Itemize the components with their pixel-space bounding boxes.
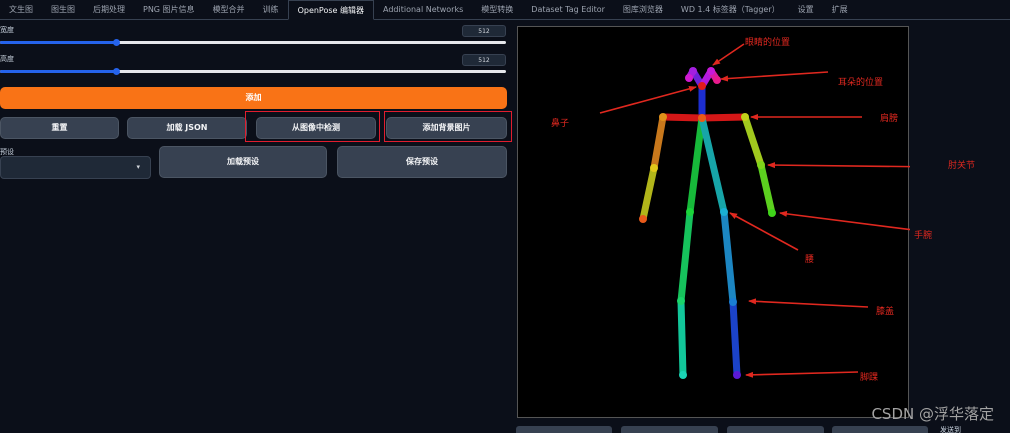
tab-png-info[interactable]: PNG 图片信息 [134,0,204,20]
width-number-input[interactable]: 512 [462,25,506,37]
joint-shoulder-right [659,113,667,121]
joint-nose [698,82,706,90]
joint-knee-right [677,297,685,305]
tab-img2img[interactable]: 图生图 [42,0,84,20]
add-button[interactable]: 添加 [0,87,507,109]
width-label: 宽度 [0,26,14,34]
arrow-elbow [767,162,944,169]
limb-upperarm-l [741,113,765,169]
tab-dataset-tag-editor[interactable]: Dataset Tag Editor [522,0,614,20]
height-slider-thumb[interactable] [112,68,120,75]
annotation-ankle: 脚踝 [860,373,879,383]
joint-elbow-left [757,161,765,169]
limb-forearm-l [757,161,776,217]
watermark: CSDN @浮华落定 [871,405,994,423]
joint-neck [698,114,706,122]
arrow-wrist [779,210,914,231]
width-slider-thumb[interactable] [112,39,120,46]
send-to-button-1[interactable] [516,426,612,433]
arrow-nose [599,85,697,114]
limb-neck-shoulder-l [698,113,749,122]
joint-wrist-right [639,215,647,223]
load-json-button[interactable]: 加载 JSON [127,117,247,139]
annotation-shoulder: 肩膀 [880,114,899,124]
tab-train[interactable]: 训练 [254,0,288,20]
limb-shin-r [677,297,687,379]
joint-ankle-right [679,371,687,379]
reset-button[interactable]: 重置 [0,117,119,139]
tab-bar: 文生图 图生图 后期处理 PNG 图片信息 模型合并 训练 OpenPose 编… [0,0,1010,20]
arrow-knee [748,298,869,308]
chevron-down-icon: ▾ [136,163,140,171]
annotation-ears: 耳朵的位置 [838,78,884,88]
joint-eye-left [707,67,715,75]
send-to-button-3[interactable] [727,426,824,433]
tab-checkpoint-merger[interactable]: 模型合并 [204,0,254,20]
arrow-ankle [745,371,859,378]
joint-shoulder-left [741,113,749,121]
height-slider-fill [0,70,117,73]
height-slider[interactable] [0,68,506,75]
width-slider-fill [0,41,117,44]
annotation-knee: 膝盖 [876,307,895,317]
annotation-nose: 鼻子 [551,119,570,129]
joint-knee-left [729,298,737,306]
tab-openpose-editor[interactable]: OpenPose 编辑器 [287,0,374,20]
send-to-button-4[interactable] [832,426,928,433]
joint-elbow-right [650,164,658,172]
highlight-background-box [384,111,512,142]
width-slider[interactable] [0,39,506,46]
tab-model-convert[interactable]: 模型转换 [472,0,522,20]
annotation-hip: 腰 [805,255,815,265]
limb-forearm-r [639,164,658,223]
joint-ankle-left [733,371,741,379]
tab-extras[interactable]: 后期处理 [84,0,134,20]
limb-torso-l [698,114,728,216]
tab-image-browser[interactable]: 图库浏览器 [614,0,672,20]
limb-thigh-l [720,208,737,306]
arrow-eyes [712,43,745,66]
joint-eye-right [689,67,697,75]
arrow-hip [729,212,799,251]
annotation-eyes: 眼睛的位置 [745,38,791,48]
arrow-ears [720,71,829,82]
tab-txt2img[interactable]: 文生图 [0,0,42,20]
highlight-detect-box [245,111,380,142]
limb-upperarm-r [650,113,667,172]
limb-thigh-r [677,208,694,305]
send-to-label: 发送到 [940,426,961,433]
limb-shin-l [729,298,741,379]
save-preset-button[interactable]: 保存预设 [337,146,507,178]
preset-dropdown[interactable]: ▾ [0,156,151,179]
load-preset-button[interactable]: 加载预设 [159,146,327,178]
tab-extensions[interactable]: 扩展 [823,0,857,20]
annotation-wrist: 手腕 [914,231,933,241]
tab-additional-networks[interactable]: Additional Networks [374,0,472,20]
send-to-button-2[interactable] [621,426,718,433]
joint-hip-left [720,208,728,216]
joint-wrist-left [768,209,776,217]
joint-ear-left [713,76,721,84]
joint-hip-right [686,208,694,216]
tab-settings[interactable]: 设置 [789,0,823,20]
tab-tagger[interactable]: WD 1.4 标签器（Tagger） [672,0,789,20]
height-number-input[interactable]: 512 [462,54,506,66]
joint-ear-right [685,74,693,82]
annotation-elbow: 肘关节 [948,161,976,171]
limb-neck-shoulder-r [659,113,706,122]
height-label: 高度 [0,55,14,63]
limb-torso-r [686,114,706,216]
